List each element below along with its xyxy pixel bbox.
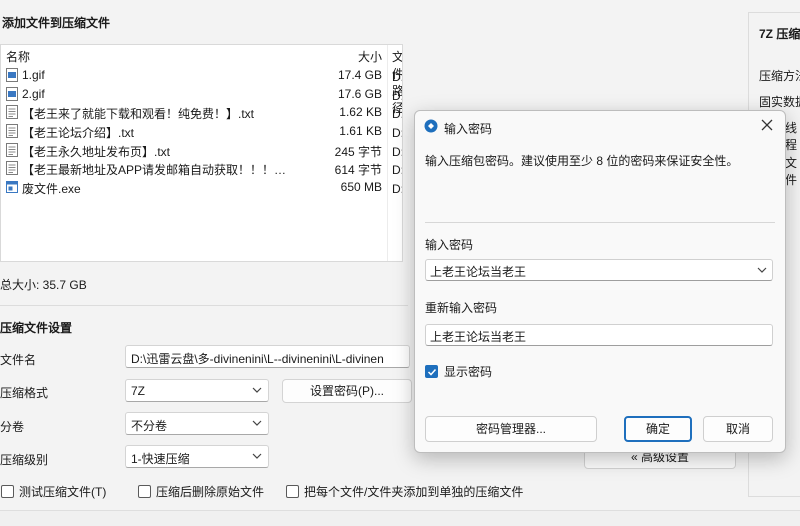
ok-button[interactable]: 确定 [624,416,692,442]
file-row[interactable]: 【老王来了就能下载和观看！纯免费！】.txt 1.62 KB D:\迅雷云盘\多-d… [1,102,402,121]
column-header-size[interactable]: 大小 [358,48,382,65]
file-size: 614 字节 [334,163,382,178]
dialog-title: 输入密码 [444,122,493,136]
gif-file-icon [6,68,18,82]
checkbox-label: 把每个文件/文件夹添加到单独的压缩文件 [304,485,524,499]
file-name: 【老王来了就能下载和观看！纯免费！】.txt [22,107,255,122]
delete-original-checkbox[interactable]: 压缩后删除原始文件 [138,483,264,500]
text-file-icon [6,142,18,157]
close-icon[interactable] [759,117,775,133]
format-label: 压缩格式 [0,386,49,400]
panel-title: 7Z 压缩 [759,27,800,41]
password-label: 输入密码 [425,238,474,252]
file-size: 1.61 KB [339,124,382,139]
filename-value: D:\迅雷云盘\多-divinenini\L--divinenini\L-div… [131,352,384,366]
file-size: 650 MB [340,180,382,195]
split-label: 分卷 [0,420,25,434]
file-path: D:\迅雷云盘\多-divinenini\1.gif [392,70,402,84]
file-path: D:\迅 [392,144,403,159]
main-title: 添加文件到压缩文件 [2,16,111,30]
file-list[interactable]: 名称 大小 文件路径 1.gif 17.4 GB D:\迅雷云盘\多-divinen… [0,44,403,262]
column-header-name[interactable]: 名称 [6,48,30,65]
confirm-password-label: 重新输入密码 [425,301,498,315]
settings-title: 压缩文件设置 [0,321,73,335]
filename-field[interactable]: D:\迅雷云盘\多-divinenini\L--divinenini\L-div… [125,345,410,368]
file-row[interactable]: 2.gif 17.6 GB D:\迅雷云盘\多-divinenini\2.gif [1,84,402,103]
file-row[interactable]: 【老王永久地址发布页】.txt 245 字节 D:\迅 [1,140,402,159]
text-file-icon [6,105,18,120]
file-name: 【老王论坛介绍】.txt [22,126,135,141]
checkbox-label: 测试压缩文件(T) [19,485,107,499]
app-icon [424,119,438,133]
format-select[interactable]: 7Z [125,379,269,402]
separate-archives-checkbox[interactable]: 把每个文件/文件夹添加到单独的压缩文件 [286,483,523,500]
file-name: 【老王最新地址及APP请发邮箱自动获取！！！… [22,163,287,178]
level-label: 压缩级别 [0,453,49,467]
confirm-password-value: 上老王论坛当老王 [430,330,527,344]
format-value: 7Z [131,384,146,398]
file-path: D:\迅 [392,182,403,197]
text-file-icon [6,124,18,139]
checkbox-box[interactable] [138,485,151,498]
option-label: 固实数据 [759,95,800,109]
option-label: 线程 [785,121,798,152]
file-size: 17.6 GB [337,86,382,101]
file-size: 1.62 KB [339,105,382,120]
option-label: 文件 [785,156,798,187]
level-select[interactable]: 1-快速压缩 [125,445,269,468]
cancel-button[interactable]: 取消 [703,416,773,442]
dialog-description: 输入压缩包密码。建议使用至少 8 位的密码来保证安全性。 [425,154,739,168]
file-path: D:\迅雷云盘\多-divinenini\2.gif [392,88,402,103]
file-name: 1.gif [22,68,45,82]
file-name: 2.gif [22,86,45,101]
file-name: 废文件.exe [22,182,81,197]
password-input[interactable]: 上老王论坛当老王 [425,259,773,281]
file-row[interactable]: 废文件.exe 650 MB D:\迅 [1,177,402,196]
dialog-divider [425,222,775,223]
chevron-down-icon [252,387,262,393]
exe-file-icon [6,180,18,194]
filename-label: 文件名 [0,353,37,367]
file-row[interactable]: 【老王论坛介绍】.txt 1.61 KB D:\迅 [1,121,402,140]
gif-file-icon [6,86,18,101]
chevron-down-icon [252,420,262,426]
split-select[interactable]: 不分卷 [125,412,269,435]
checkbox-box[interactable] [286,485,299,498]
dialog-titlebar[interactable]: 输入密码 [415,111,785,141]
file-path: D:\迅 [392,163,403,178]
bottom-bar [0,510,800,526]
file-name: 【老王永久地址发布页】.txt [22,144,171,159]
file-row[interactable]: 【老王最新地址及APP请发邮箱自动获取！！！… 614 字节 D:\迅 [1,158,402,177]
file-size: 17.4 GB [337,68,382,82]
file-path: D:\迅雷云盘\多-divinenini\【老王来了就能下载 [392,107,402,122]
checkbox-box[interactable] [425,365,438,378]
checkbox-label: 压缩后删除原始文件 [156,485,265,499]
chevron-down-icon[interactable] [757,265,767,275]
file-row[interactable]: 1.gif 17.4 GB D:\迅雷云盘\多-divinenini\1.gif [1,65,402,84]
file-size: 245 字节 [334,144,382,159]
option-label: 压缩方法 [759,69,800,83]
set-password-button[interactable]: 设置密码(P)... [282,379,412,403]
password-value: 上老王论坛当老王 [430,265,527,279]
checkbox-box[interactable] [1,485,14,498]
checkbox-label: 显示密码 [444,365,493,379]
password-manager-button[interactable]: 密码管理器... [425,416,597,442]
section-divider [0,305,408,306]
text-file-icon [6,161,18,176]
file-path: D:\迅 [392,126,403,141]
password-dialog: 输入密码 输入压缩包密码。建议使用至少 8 位的密码来保证安全性。 输入密码 上… [414,110,786,453]
test-archive-checkbox[interactable]: 测试压缩文件(T) [1,483,106,500]
confirm-password-input[interactable]: 上老王论坛当老王 [425,324,773,346]
chevron-down-icon [252,453,262,459]
show-password-checkbox[interactable]: 显示密码 [425,363,492,380]
file-list-header: 名称 大小 文件路径 [1,45,402,115]
checkmark-icon [427,368,436,376]
total-size: 总大小: 35.7 GB [0,278,87,292]
level-value: 1-快速压缩 [131,452,190,466]
split-value: 不分卷 [131,419,168,433]
